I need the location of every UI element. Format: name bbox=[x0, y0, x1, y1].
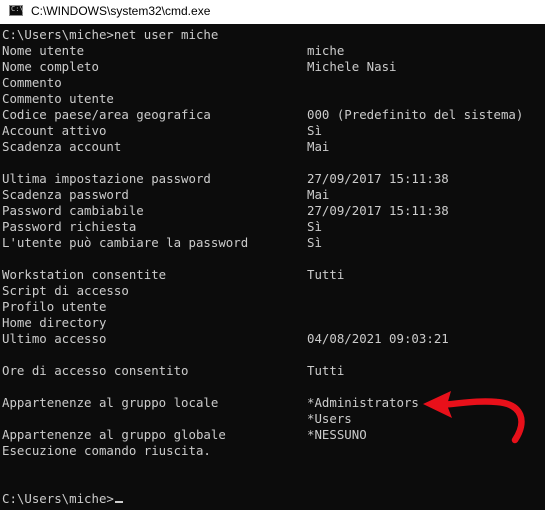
row-value: *Administrators bbox=[307, 395, 419, 410]
row-label: Scadenza password bbox=[2, 187, 129, 202]
output-row: Ultima impostazione password 27/09/2017 1… bbox=[2, 171, 543, 187]
text-cursor bbox=[114, 501, 123, 503]
row-label: Profilo utente bbox=[2, 299, 107, 314]
output-row: Ore di accesso consentito Tutti bbox=[2, 363, 543, 379]
row-label: Nome completo bbox=[2, 59, 99, 74]
output-row bbox=[2, 155, 543, 171]
output-row bbox=[2, 251, 543, 267]
output-row: Scadenza account Mai bbox=[2, 139, 543, 155]
output-row: Password richiesta Sì bbox=[2, 219, 543, 235]
row-label: Nome utente bbox=[2, 43, 85, 58]
output-row: Home directory bbox=[2, 315, 543, 331]
output-row: Commento utente bbox=[2, 91, 543, 107]
row-label: Script di accesso bbox=[2, 283, 129, 298]
arrow-shaft bbox=[435, 398, 525, 444]
row-label: Esecuzione comando riuscita. bbox=[2, 443, 211, 458]
cmd-window: C:\ C:\WINDOWS\system32\cmd.exe C:\Users… bbox=[0, 0, 545, 510]
row-label: L'utente può cambiare la password bbox=[2, 235, 249, 250]
row-label: Appartenenze al gruppo locale bbox=[2, 395, 219, 410]
row-value: Sì bbox=[307, 123, 322, 138]
output-row: Nome completo Michele Nasi bbox=[2, 59, 543, 75]
command-line: C:\Users\miche>net user miche bbox=[2, 27, 219, 42]
row-value: Michele Nasi bbox=[307, 59, 397, 74]
row-value: *NESSUNO bbox=[307, 427, 367, 442]
row-value: Sì bbox=[307, 219, 322, 234]
output-row bbox=[2, 347, 543, 363]
row-value: 04/08/2021 09:03:21 bbox=[307, 331, 449, 346]
row-label: Password richiesta bbox=[2, 219, 137, 234]
output-row bbox=[2, 475, 543, 491]
row-value: Sì bbox=[307, 235, 322, 250]
row-label: Commento bbox=[2, 75, 62, 90]
row-label: Ultimo accesso bbox=[2, 331, 107, 346]
row-value: 27/09/2017 15:11:38 bbox=[307, 171, 449, 186]
row-label: Codice paese/area geografica bbox=[2, 107, 211, 122]
row-label: Password cambiabile bbox=[2, 203, 144, 218]
row-value: 27/09/2017 15:11:38 bbox=[307, 203, 449, 218]
row-value: 000 (Predefinito del sistema) bbox=[307, 107, 524, 122]
final-prompt: C:\Users\miche> bbox=[2, 491, 114, 506]
row-label: Workstation consentite bbox=[2, 267, 167, 282]
output-row: L'utente può cambiare la password Sì bbox=[2, 235, 543, 251]
row-value: miche bbox=[307, 43, 345, 58]
red-arrow-icon bbox=[423, 391, 525, 444]
row-value: Mai bbox=[307, 139, 330, 154]
row-label: Appartenenze al gruppo globale bbox=[2, 427, 226, 442]
window-title: C:\WINDOWS\system32\cmd.exe bbox=[31, 4, 211, 18]
row-label: Ore di accesso consentito bbox=[2, 363, 189, 378]
output-row: Workstation consentite Tutti bbox=[2, 267, 543, 283]
output-row: Account attivo Sì bbox=[2, 123, 543, 139]
output-row: Scadenza password Mai bbox=[2, 187, 543, 203]
row-label: Account attivo bbox=[2, 123, 107, 138]
row-label: Ultima impostazione password bbox=[2, 171, 211, 186]
output-row: Password cambiabile 27/09/2017 15:11:38 bbox=[2, 203, 543, 219]
row-label: Scadenza account bbox=[2, 139, 122, 154]
row-label: Home directory bbox=[2, 315, 107, 330]
final-prompt-line[interactable]: C:\Users\miche> bbox=[2, 491, 543, 507]
output-row: Codice paese/area geografica 000 (Predefi… bbox=[2, 107, 543, 123]
output-row: Nome utente miche bbox=[2, 43, 543, 59]
output-row: Ultimo accesso 04/08/2021 09:03:21 bbox=[2, 331, 543, 347]
cmd-icon: C:\ bbox=[9, 5, 24, 16]
output-row: Commento bbox=[2, 75, 543, 91]
row-label: Commento utente bbox=[2, 91, 114, 106]
row-value: Mai bbox=[307, 187, 330, 202]
title-bar[interactable]: C:\ C:\WINDOWS\system32\cmd.exe bbox=[0, 0, 545, 24]
row-value: *Users bbox=[307, 411, 352, 426]
row-value: Tutti bbox=[307, 363, 345, 378]
output-row: Profilo utente bbox=[2, 299, 543, 315]
output-row bbox=[2, 459, 543, 475]
row-value: Tutti bbox=[307, 267, 345, 282]
output-row: Script di accesso bbox=[2, 283, 543, 299]
